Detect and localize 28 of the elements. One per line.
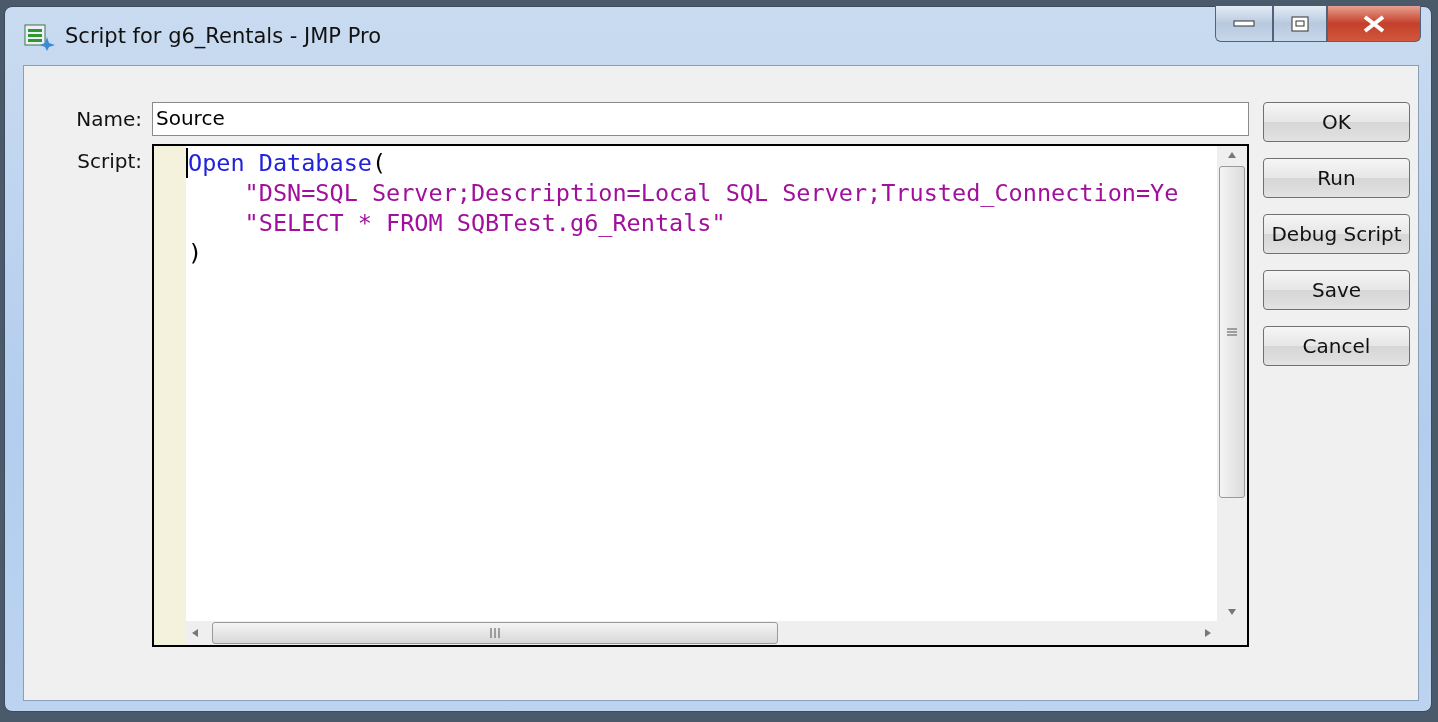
dialog-button[interactable]: Run — [1263, 158, 1410, 198]
dialog-button[interactable]: Save — [1263, 270, 1410, 310]
dialog-button[interactable]: Debug Script — [1263, 214, 1410, 254]
close-icon — [1362, 14, 1386, 33]
name-label: Name: — [75, 106, 142, 133]
maximize-icon — [1291, 15, 1309, 32]
scroll-up-icon[interactable] — [1227, 150, 1237, 160]
name-field[interactable]: Source — [152, 102, 1249, 136]
code-string: "DSN=SQL Server;Description=Local SQL Server;Trusted_Connection=Ye — [243, 179, 1179, 207]
scroll-right-icon[interactable] — [1203, 628, 1213, 638]
script-label: Script: — [76, 148, 142, 175]
vertical-scrollbar-thumb[interactable] — [1219, 166, 1245, 498]
horizontal-scrollbar-thumb[interactable] — [212, 622, 778, 644]
dialog-button[interactable]: OK — [1263, 102, 1410, 142]
minimize-icon — [1233, 19, 1255, 28]
code-text: ( — [371, 149, 387, 177]
code-keyword: Open Database — [188, 149, 372, 177]
window-title: Script for g6_Rentals - JMP Pro — [65, 24, 381, 48]
maximize-button[interactable] — [1273, 6, 1327, 42]
scroll-down-icon[interactable] — [1227, 607, 1237, 617]
dialog-button[interactable]: Cancel — [1263, 326, 1410, 366]
close-button[interactable] — [1327, 6, 1421, 42]
code-text: ) — [188, 239, 203, 267]
script-editor[interactable]: Open Database( "DSN=SQL Server;Description=Local SQL Server;Trusted_Connection=Ye "SELECT * FROM SQBTest.g6_Rentals" ) — [152, 144, 1249, 647]
script-icon — [23, 21, 55, 51]
scroll-left-icon[interactable] — [190, 628, 200, 638]
code-string: "SELECT * FROM SQBTest.g6_Rentals" — [243, 209, 726, 237]
minimize-button[interactable] — [1215, 6, 1273, 42]
